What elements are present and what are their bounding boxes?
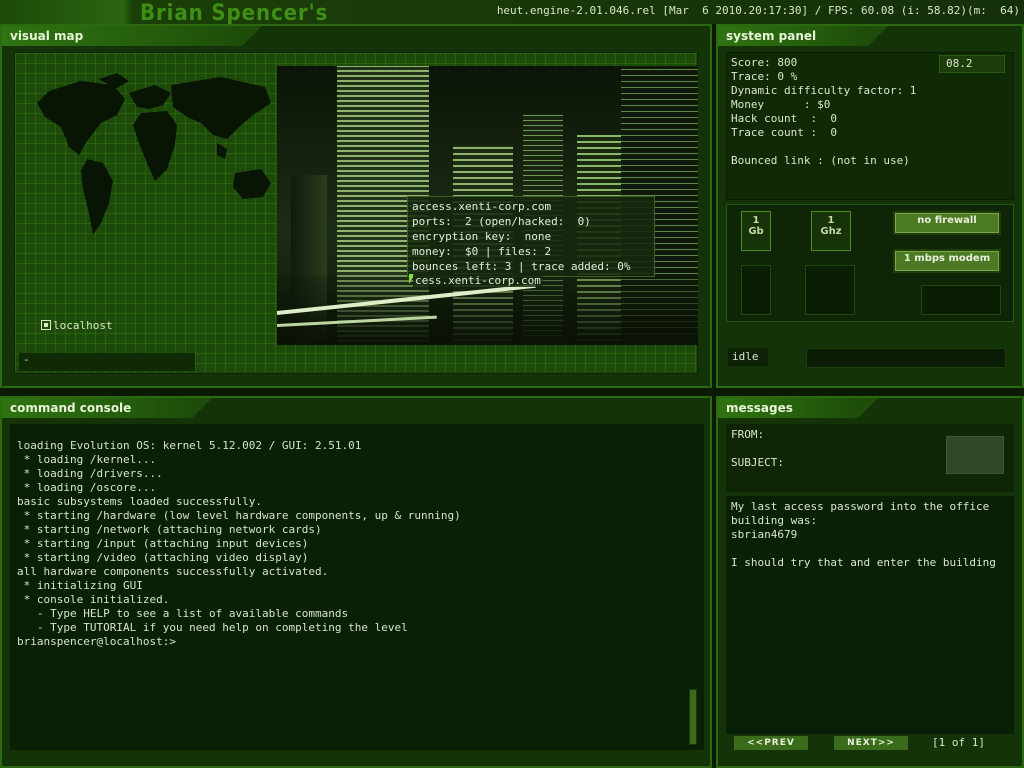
node-square-icon bbox=[41, 320, 51, 330]
stat-spacer bbox=[731, 140, 1009, 154]
visual-map-panel: visual map localhost - access.xenti-corp… bbox=[0, 24, 712, 388]
modem-slot[interactable]: 1 mbps modem bbox=[893, 249, 1001, 273]
console-scrollbar[interactable] bbox=[689, 689, 697, 745]
popup-bounces: bounces left: 3 | trace added: 0% bbox=[412, 260, 631, 273]
sender-avatar bbox=[946, 436, 1004, 474]
console-line: loading Evolution OS: kernel 5.12.002 / … bbox=[17, 439, 362, 452]
messages-title: messages bbox=[718, 398, 878, 418]
hardware-area: 1 Gb 1 Ghz no firewall 1 mbps modem bbox=[726, 204, 1014, 322]
console-line: - Type TUTORIAL if you need help on comp… bbox=[17, 621, 408, 634]
console-output[interactable]: loading Evolution OS: kernel 5.12.002 / … bbox=[10, 424, 704, 750]
world-map bbox=[37, 73, 271, 235]
message-header: FROM: SUBJECT: bbox=[726, 424, 1014, 492]
localhost-label: localhost bbox=[53, 319, 113, 332]
console-line: * loading /oscore... bbox=[17, 481, 157, 494]
console-line: basic subsystems loaded successfully. bbox=[17, 495, 263, 508]
target-info-popup: access.xenti-corp.com ports: 2 (open/hac… bbox=[407, 196, 655, 277]
activity-bar bbox=[806, 348, 1006, 368]
map-bottom-bar: - bbox=[19, 353, 195, 371]
console-lines: loading Evolution OS: kernel 5.12.002 / … bbox=[17, 439, 461, 649]
subject-label: SUBJECT: bbox=[731, 456, 784, 469]
memory-chip[interactable]: 1 Gb bbox=[741, 211, 771, 251]
console-line: all hardware components successfully act… bbox=[17, 565, 329, 578]
prev-message-button[interactable]: <<PREV bbox=[734, 736, 808, 750]
memory-value: 1 bbox=[752, 215, 760, 226]
memory-unit: Gb bbox=[748, 226, 764, 237]
empty-slot bbox=[805, 265, 855, 315]
popup-ports: ports: 2 (open/hacked: 0) bbox=[412, 215, 591, 228]
console-line: * loading /drivers... bbox=[17, 467, 163, 480]
stat-money: Money : $0 bbox=[731, 98, 831, 111]
map-area[interactable]: localhost - access.xenti-corp.com ports:… bbox=[14, 52, 698, 374]
message-line: My last access password into the office bbox=[731, 500, 990, 513]
command-console-panel: command console loading Evolution OS: ke… bbox=[0, 396, 712, 768]
messages-panel: messages FROM: SUBJECT: My last access p… bbox=[716, 396, 1024, 768]
status-idle: idle bbox=[728, 348, 768, 366]
message-body: My last access password into the office … bbox=[726, 496, 1014, 734]
from-label: FROM: bbox=[731, 428, 765, 441]
popup-host: access.xenti-corp.com bbox=[412, 200, 552, 213]
visual-map-title: visual map bbox=[2, 26, 262, 46]
target-city-image: access.xenti-corp.com ports: 2 (open/hac… bbox=[277, 66, 698, 345]
localhost-node[interactable]: localhost bbox=[41, 319, 113, 332]
stat-trace-count: Trace count : 0 bbox=[731, 126, 837, 139]
cpu-chip[interactable]: 1 Ghz bbox=[811, 211, 851, 251]
system-panel: system panel 08.2 Score: 800 Trace: 0 % … bbox=[716, 24, 1024, 388]
message-line: I should try that and enter the building bbox=[731, 556, 996, 569]
console-line: * initializing GUI bbox=[17, 579, 143, 592]
console-line: * starting /input (attaching input devic… bbox=[17, 537, 309, 550]
popup-money-files: money: $0 | files: 2 bbox=[412, 245, 552, 258]
message-line: building was: bbox=[731, 514, 818, 527]
system-panel-title: system panel bbox=[718, 26, 888, 46]
engine-status: heut.engine-2.01.046.rel [Mar 6 2010.20:… bbox=[496, 4, 1020, 17]
console-line: * starting /hardware (low level hardware… bbox=[17, 509, 461, 522]
stat-bounced-link: Bounced link : (not in use) bbox=[731, 154, 910, 167]
cpu-unit: Ghz bbox=[820, 226, 842, 237]
cpu-value: 1 bbox=[827, 215, 835, 226]
firewall-slot[interactable]: no firewall bbox=[893, 211, 1001, 235]
target-node-label[interactable]: cess.xenti-corp.com bbox=[413, 274, 543, 287]
title-bar: Brian Spencer's heut.engine-2.01.046.rel… bbox=[0, 0, 1024, 26]
popup-encryption: encryption key: none bbox=[412, 230, 552, 243]
console-line: - Type HELP to see a list of available c… bbox=[17, 607, 349, 620]
message-page-indicator: [1 of 1] bbox=[932, 736, 985, 749]
stat-hack-count: Hack count : 0 bbox=[731, 112, 837, 125]
next-message-button[interactable]: NEXT>> bbox=[834, 736, 908, 750]
console-line: * starting /video (attaching video displ… bbox=[17, 551, 309, 564]
stat-difficulty: Dynamic difficulty factor: 1 bbox=[731, 84, 917, 97]
console-line: * loading /kernel... bbox=[17, 453, 157, 466]
version-box: 08.2 bbox=[939, 55, 1005, 73]
empty-slot bbox=[921, 285, 1001, 315]
system-stats: 08.2 Score: 800 Trace: 0 % Dynamic diffi… bbox=[726, 52, 1014, 200]
empty-slot bbox=[741, 265, 771, 315]
command-console-title: command console bbox=[2, 398, 212, 418]
console-line: * console initialized. bbox=[17, 593, 170, 606]
message-password: sbrian4679 bbox=[731, 528, 798, 541]
console-line: * starting /network (attaching network c… bbox=[17, 523, 322, 536]
console-line: brianspencer@localhost:> bbox=[17, 635, 176, 648]
game-title: Brian Spencer's bbox=[140, 1, 329, 26]
